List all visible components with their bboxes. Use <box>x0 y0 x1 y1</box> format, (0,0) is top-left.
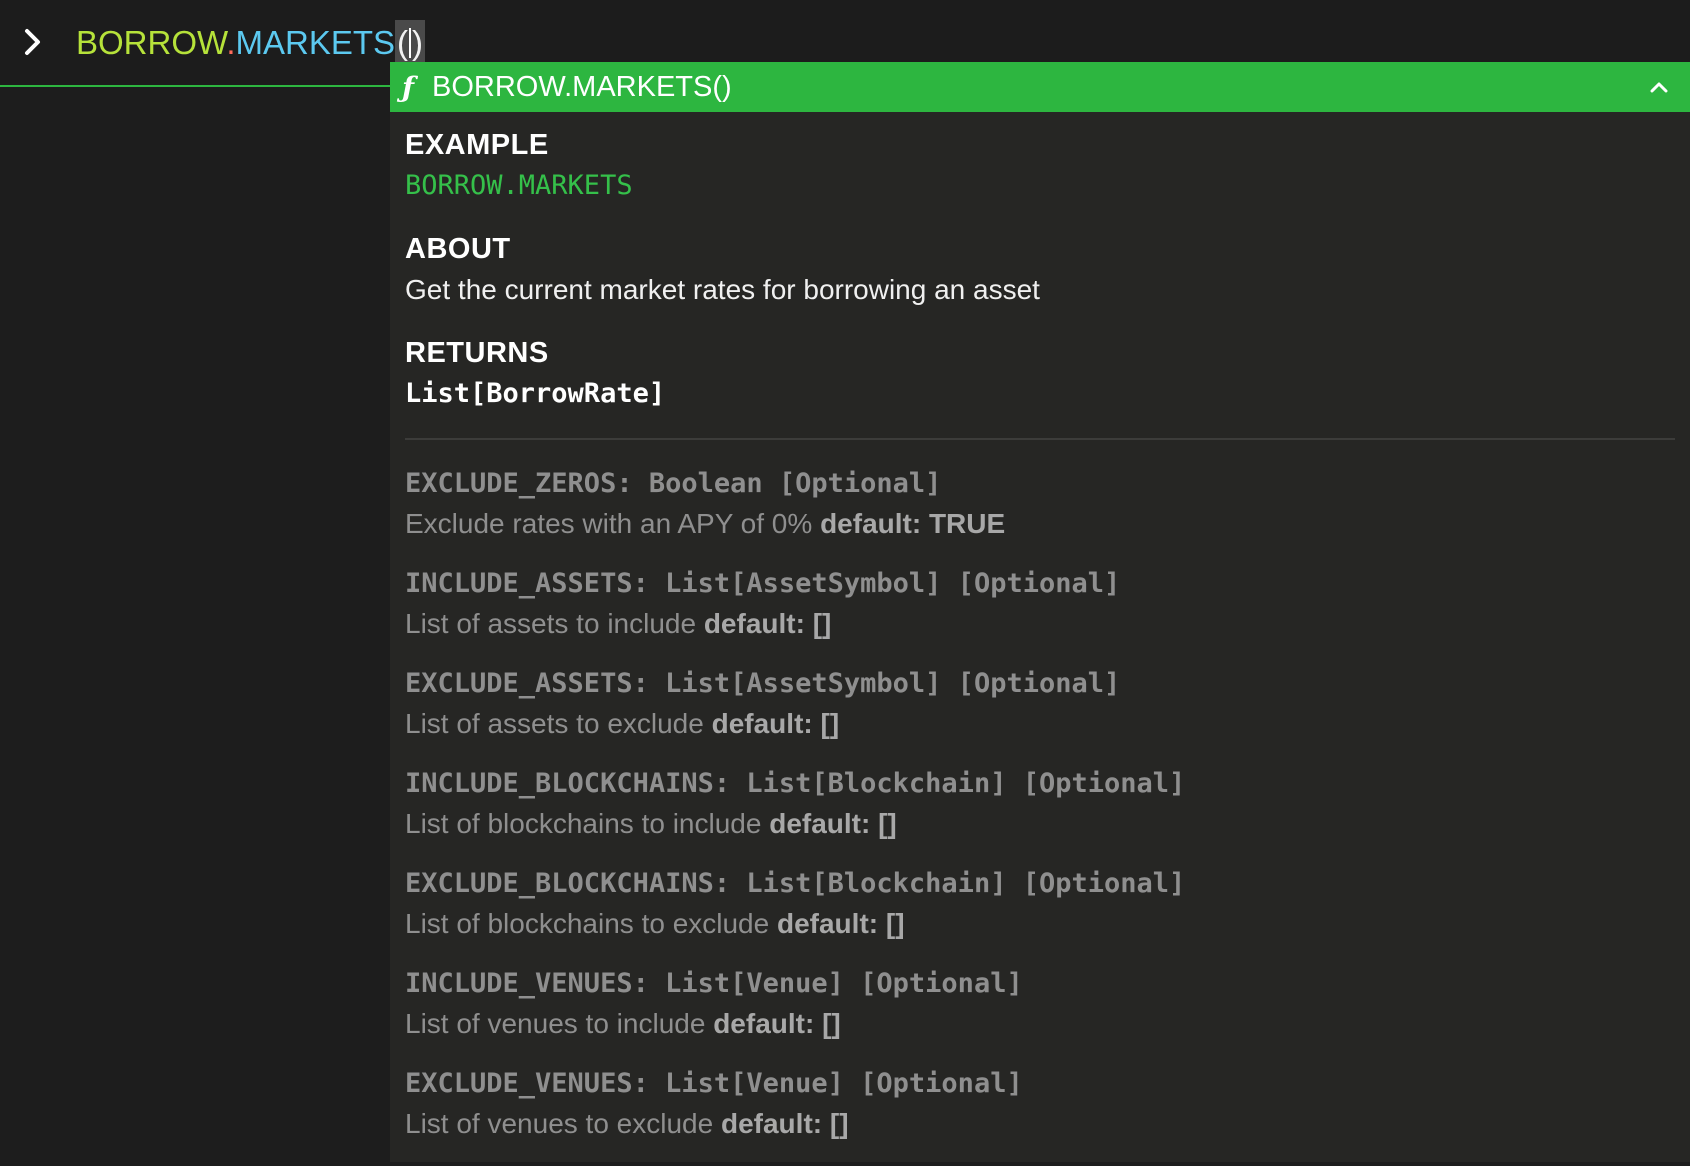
param-description: List of blockchains to exclude default: … <box>405 904 1675 944</box>
param-description: Exclude rates with an APY of 0% default:… <box>405 504 1675 544</box>
param-item: EXCLUDE_ZEROS: Boolean [Optional] Exclud… <box>405 464 1675 544</box>
text-caret <box>409 28 412 58</box>
param-default: default: [] <box>776 908 905 939</box>
paren-highlight: () <box>395 20 426 66</box>
about-text: Get the current market rates for borrowi… <box>405 274 1040 305</box>
param-description: List of venues to include default: [] <box>405 1004 1675 1044</box>
section-divider <box>405 438 1675 440</box>
example-code: BORROW.MARKETS <box>405 170 633 201</box>
param-item: INCLUDE_BLOCKCHAINS: List[Blockchain] [O… <box>405 764 1675 844</box>
example-heading: EXAMPLE <box>405 129 549 161</box>
doc-title: BORROW.MARKETS() <box>432 71 732 103</box>
doc-body: EXAMPLE BORROW.MARKETS ABOUT Get the cur… <box>405 124 1675 1164</box>
param-description-text: List of blockchains to include <box>405 808 770 839</box>
chevron-up-icon[interactable] <box>1644 72 1674 102</box>
returns-type: List[BorrowRate] <box>405 378 666 409</box>
param-signature: INCLUDE_VENUES: List[Venue] [Optional] <box>405 968 1023 999</box>
function-icon: ƒ <box>402 71 415 104</box>
param-default: default: [] <box>720 1108 849 1139</box>
command-input[interactable]: BORROW.MARKETS() <box>76 20 426 66</box>
function-doc-popup: ƒ BORROW.MARKETS() EXAMPLE BORROW.MARKET… <box>390 62 1690 1162</box>
param-item: EXCLUDE_VENUES: List[Venue] [Optional] L… <box>405 1064 1675 1144</box>
param-signature: EXCLUDE_ASSETS: List[AssetSymbol] [Optio… <box>405 668 1121 699</box>
param-default: default: [] <box>703 608 832 639</box>
app-root: BORROW.MARKETS() ƒ BORROW.MARKETS() EXAM… <box>0 0 1690 1166</box>
returns-heading: RETURNS <box>405 337 549 369</box>
function-token: BORROW <box>76 24 227 61</box>
param-signature: EXCLUDE_VENUES: List[Venue] [Optional] <box>405 1068 1023 1099</box>
param-description-text: List of venues to include <box>405 1008 714 1039</box>
param-item: INCLUDE_VENUES: List[Venue] [Optional] L… <box>405 964 1675 1044</box>
param-signature: EXCLUDE_ZEROS: Boolean [Optional] <box>405 468 942 499</box>
chevron-right-icon <box>25 29 40 55</box>
member-token: MARKETS <box>235 24 396 61</box>
doc-header[interactable]: ƒ BORROW.MARKETS() <box>390 62 1690 112</box>
param-description-text: List of assets to include <box>405 608 704 639</box>
param-description-text: List of venues to exclude <box>405 1108 721 1139</box>
param-default: default: [] <box>713 1008 841 1039</box>
param-signature: EXCLUDE_BLOCKCHAINS: List[Blockchain] [O… <box>405 868 1186 899</box>
param-description: List of assets to exclude default: [] <box>405 704 1675 744</box>
param-item: EXCLUDE_ASSETS: List[AssetSymbol] [Optio… <box>405 664 1675 744</box>
open-paren: ( <box>397 24 409 61</box>
param-signature: INCLUDE_ASSETS: List[AssetSymbol] [Optio… <box>405 568 1121 599</box>
param-description: List of venues to exclude default: [] <box>405 1104 1675 1144</box>
param-description: List of assets to include default: [] <box>405 604 1675 644</box>
param-description: List of blockchains to include default: … <box>405 804 1675 844</box>
param-item: INCLUDE_ASSETS: List[AssetSymbol] [Optio… <box>405 564 1675 644</box>
param-default: default: [] <box>769 808 897 839</box>
about-heading: ABOUT <box>405 233 511 265</box>
close-paren: ) <box>412 24 424 61</box>
param-description-text: List of blockchains to exclude <box>405 908 777 939</box>
param-default: default: [] <box>711 708 840 739</box>
param-item: EXCLUDE_BLOCKCHAINS: List[Blockchain] [O… <box>405 864 1675 944</box>
param-default: default: TRUE <box>820 508 1006 539</box>
param-description-text: List of assets to exclude <box>405 708 712 739</box>
param-signature: INCLUDE_BLOCKCHAINS: List[Blockchain] [O… <box>405 768 1186 799</box>
input-underline <box>0 85 392 87</box>
dot-token: . <box>226 24 236 61</box>
param-description-text: Exclude rates with an APY of 0% <box>405 508 821 539</box>
